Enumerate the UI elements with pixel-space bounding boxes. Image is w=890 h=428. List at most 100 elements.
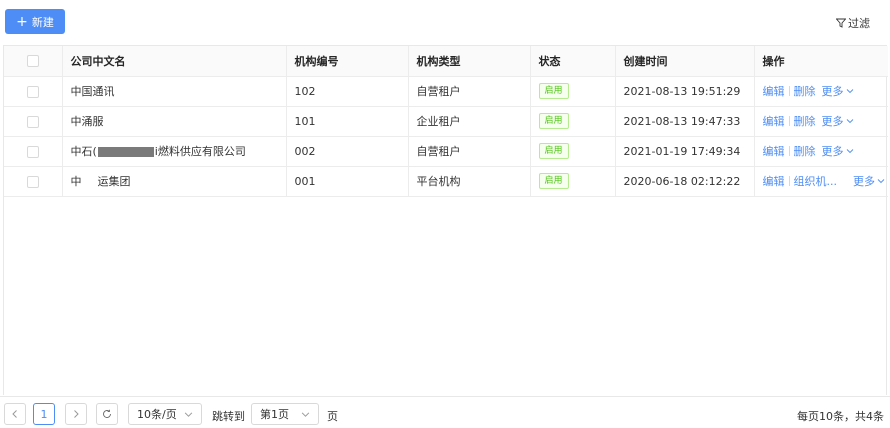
status-badge: 启用 [538, 173, 569, 189]
org-code: 002 [286, 136, 409, 167]
delete-link[interactable]: 删除 [794, 143, 816, 159]
org-type: 自营租户 [408, 76, 531, 107]
prev-page-button[interactable] [4, 403, 26, 425]
actions-cell: 编辑 删除 更多 [754, 106, 888, 137]
chevron-left-icon [12, 410, 17, 418]
status-cell: 启用 [530, 166, 616, 197]
new-button-label: 新建 [31, 15, 54, 29]
edit-link[interactable]: 编辑 [763, 113, 785, 129]
page-size-select[interactable]: 10条/页 [128, 403, 202, 425]
redacted-block [97, 147, 154, 157]
status-cell: 启用 [530, 136, 616, 167]
created-time: 2021-01-19 17:49:34 [615, 136, 755, 167]
org-code: 001 [286, 166, 409, 197]
more-dropdown[interactable]: 更多 [853, 173, 885, 189]
refresh-button[interactable] [96, 403, 118, 425]
status-cell: 启用 [530, 106, 616, 137]
toolbar: + 新建 过滤 [0, 0, 890, 44]
new-button[interactable]: + 新建 [5, 9, 65, 34]
status-badge: 启用 [538, 143, 569, 159]
company-name-prefix: 中 [70, 175, 82, 188]
data-table: 公司中文名 机构编号 机构类型 状态 创建时间 操作 中国通讯 102 自营租户… [3, 45, 888, 395]
refresh-icon [103, 409, 111, 418]
pagination-bar: 1 10条/页 跳转到 第1页 页 每页10条，共4条 [0, 396, 890, 428]
more-dropdown[interactable]: 更多 [822, 143, 854, 159]
row-checkbox-cell [4, 166, 63, 197]
actions-cell: 编辑 删除 更多 [754, 76, 888, 107]
page-number-button[interactable]: 1 [33, 403, 55, 425]
table-row: 中涌服 101 企业租户 启用 2021-08-13 19:47:33 编辑 删… [4, 106, 888, 137]
chevron-down-icon [846, 89, 853, 94]
row-checkbox[interactable] [26, 85, 39, 98]
chevron-right-icon [74, 410, 79, 418]
jump-page-value: 第1页 [260, 408, 289, 421]
column-header-status[interactable]: 状态 [530, 46, 616, 77]
org-structure-link[interactable]: 组织机... [794, 173, 838, 189]
filter-button[interactable]: 过滤 [836, 15, 870, 31]
jump-to-label: 跳转到 [212, 410, 245, 423]
org-code: 102 [286, 76, 409, 107]
status-badge: 启用 [538, 83, 569, 99]
chevron-down-icon [184, 411, 193, 417]
row-checkbox-cell [4, 136, 63, 167]
more-dropdown[interactable]: 更多 [822, 113, 854, 129]
more-label: 更多 [821, 115, 844, 128]
org-code: 101 [286, 106, 409, 137]
divider [788, 146, 790, 156]
created-time: 2021-08-13 19:47:33 [615, 106, 755, 137]
column-header-actions: 操作 [754, 46, 888, 77]
table-row: 中 运集团 001 平台机构 启用 2020-06-18 02:12:22 编辑 … [4, 166, 888, 197]
actions-cell: 编辑 删除 更多 [754, 136, 888, 167]
table-row: 中国通讯 102 自营租户 启用 2021-08-13 19:51:29 编辑 … [4, 76, 888, 107]
status-badge: 启用 [538, 113, 569, 129]
filter-label: 过滤 [848, 17, 870, 30]
row-checkbox-cell [4, 106, 63, 137]
table-header-row: 公司中文名 机构编号 机构类型 状态 创建时间 操作 [4, 46, 888, 77]
created-time: 2020-06-18 02:12:22 [615, 166, 755, 197]
edit-link[interactable]: 编辑 [763, 173, 785, 189]
page-unit-label: 页 [327, 410, 338, 423]
column-header-created[interactable]: 创建时间 [615, 46, 755, 77]
jump-page-select[interactable]: 第1页 [251, 403, 319, 425]
delete-link[interactable]: 删除 [794, 83, 816, 99]
delete-link[interactable]: 删除 [794, 113, 816, 129]
company-name-prefix: 中石( [70, 145, 97, 158]
actions-cell: 编辑 组织机... 更多 [754, 166, 888, 197]
next-page-button[interactable] [65, 403, 87, 425]
page-size-value: 10条/页 [137, 408, 177, 421]
table-row: 中石( i燃料供应有限公司 002 自营租户 启用 2021-01-19 17:4… [4, 136, 888, 167]
column-header-type[interactable]: 机构类型 [408, 46, 531, 77]
row-checkbox[interactable] [26, 115, 39, 128]
plus-icon: + [16, 13, 28, 30]
row-checkbox-cell [4, 76, 63, 107]
divider [788, 116, 790, 126]
column-header-name[interactable]: 公司中文名 [62, 46, 287, 77]
row-checkbox[interactable] [26, 175, 39, 188]
chevron-down-icon [846, 119, 853, 124]
chevron-down-icon [301, 411, 310, 417]
more-label: 更多 [821, 85, 844, 98]
more-label: 更多 [853, 175, 875, 188]
select-all-checkbox[interactable] [26, 55, 39, 68]
filter-icon [836, 18, 846, 28]
edit-link[interactable]: 编辑 [763, 83, 785, 99]
column-header-code[interactable]: 机构编号 [286, 46, 409, 77]
more-label: 更多 [821, 145, 844, 158]
chevron-down-icon [846, 149, 853, 154]
more-dropdown[interactable]: 更多 [822, 83, 854, 99]
header-checkbox-cell [4, 46, 63, 77]
company-name: 中 运集团 [62, 166, 287, 197]
chevron-down-icon [877, 179, 885, 184]
company-name: 中涌服 [62, 106, 287, 137]
company-name: 中国通讯 [62, 76, 287, 107]
divider [788, 176, 790, 186]
created-time: 2021-08-13 19:51:29 [615, 76, 755, 107]
row-checkbox[interactable] [26, 145, 39, 158]
company-name-suffix: i燃料供应有限公司 [154, 145, 246, 158]
divider [788, 86, 790, 96]
org-type: 自营租户 [408, 136, 531, 167]
status-cell: 启用 [530, 76, 616, 107]
org-type: 平台机构 [408, 166, 531, 197]
edit-link[interactable]: 编辑 [763, 143, 785, 159]
company-name-suffix: 运集团 [97, 175, 131, 188]
